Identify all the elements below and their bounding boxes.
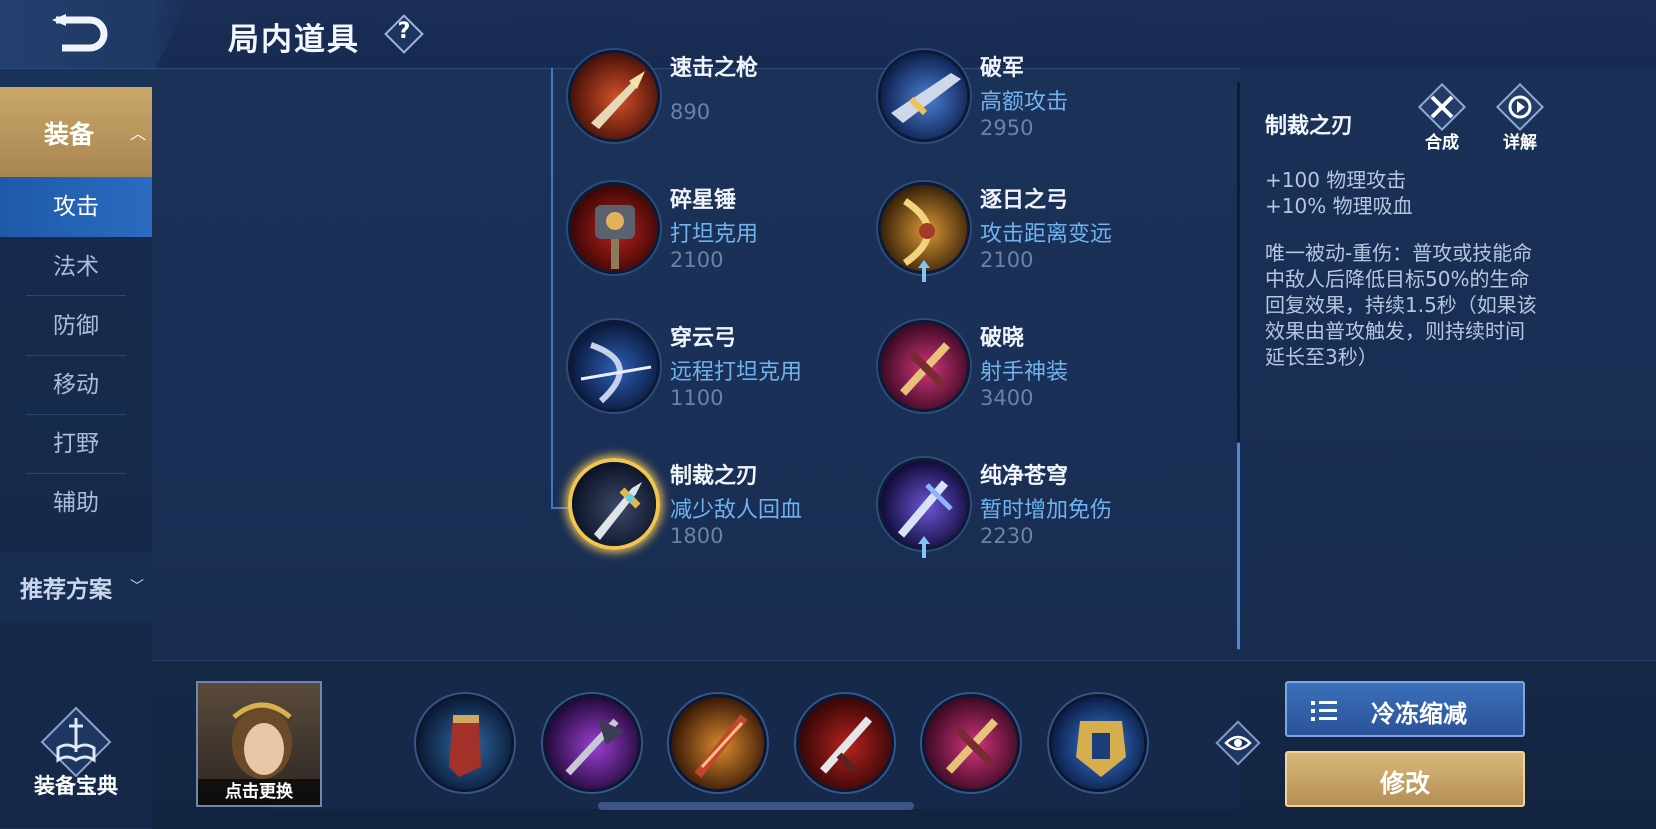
boots-icon[interactable] (416, 694, 514, 792)
item-card[interactable]: 碎星锤 打坦克用 2100 (568, 182, 868, 292)
hero-portrait[interactable]: 点击更换 (196, 681, 322, 807)
blood-blade-icon[interactable] (796, 694, 894, 792)
equipment-codex-button[interactable]: 装备宝典 (0, 700, 152, 828)
modify-label: 修改 (1379, 769, 1430, 798)
item-tag: 射手神装 (980, 360, 1069, 385)
item-price: 1800 (670, 524, 724, 548)
compose-button[interactable]: 合成 (1412, 82, 1472, 153)
cooldown-reduction-button[interactable]: 冷冻缩减 (1285, 681, 1525, 737)
page-title: 局内道具 (228, 22, 360, 58)
item-name: 破晓 (980, 326, 1025, 351)
recommend-plan-toggle[interactable]: 推荐方案 ﹀ (0, 552, 152, 622)
item-price: 2230 (980, 524, 1034, 548)
flame-blade-icon[interactable] (669, 694, 767, 792)
item-tag: 高额攻击 (980, 90, 1069, 115)
detail-stat: +100 物理攻击 (1265, 168, 1407, 192)
sidebar-item-support[interactable]: 辅助 (0, 473, 152, 533)
cloud-bow-icon (568, 320, 660, 412)
visibility-toggle[interactable] (1215, 720, 1261, 766)
slot-scroll-indicator[interactable] (598, 802, 914, 810)
help-button[interactable]: ? (384, 14, 424, 54)
compose-label: 合成 (1425, 133, 1459, 153)
back-arrow-icon (52, 14, 108, 52)
details-button[interactable]: 详解 (1490, 82, 1550, 153)
item-name: 碎星锤 (670, 188, 737, 213)
item-name: 破军 (980, 56, 1025, 81)
chevron-up-icon: ︿ (130, 124, 147, 143)
modify-button[interactable]: 修改 (1285, 751, 1525, 807)
item-tag: 打坦克用 (670, 222, 759, 247)
item-card[interactable]: 制裁之刃 减少敌人回血 1800 (568, 458, 868, 568)
item-price: 2950 (980, 116, 1034, 140)
greatsword-icon (878, 50, 970, 142)
upgrade-icon (918, 536, 930, 558)
tree-connector (551, 68, 553, 508)
item-card[interactable]: 速击之枪 890 (568, 50, 868, 160)
item-name: 逐日之弓 (980, 188, 1069, 213)
item-price: 890 (670, 100, 711, 124)
item-price: 2100 (670, 248, 724, 272)
item-price: 2100 (980, 248, 1034, 272)
item-tag: 远程打坦克用 (670, 360, 803, 385)
chevron-down-icon: ﹀ (130, 579, 144, 595)
item-card[interactable]: 逐日之弓 攻击距离变远 2100 (878, 182, 1178, 292)
category-equipment[interactable]: 装备 ︿ (0, 87, 152, 177)
back-button[interactable] (0, 0, 190, 68)
codex-label: 装备宝典 (34, 774, 118, 798)
dark-axe-icon[interactable] (543, 694, 641, 792)
item-tag: 减少敌人回血 (670, 498, 803, 523)
hammer-icon (568, 182, 660, 274)
item-name: 纯净苍穹 (980, 464, 1069, 489)
list-icon (1311, 701, 1337, 721)
play-circle-icon (1508, 95, 1532, 119)
sidebar-item-magic[interactable]: 法术 (0, 237, 152, 297)
golden-armor-icon[interactable] (1049, 694, 1147, 792)
spear-icon (568, 50, 660, 142)
details-label: 详解 (1503, 133, 1537, 153)
help-icon: ? (397, 19, 411, 44)
item-card[interactable]: 破晓 射手神装 3400 (878, 320, 1178, 430)
sidebar-item-movement[interactable]: 移动 (0, 355, 152, 415)
codex-book-icon (38, 704, 114, 780)
eye-icon (1224, 735, 1252, 751)
item-name: 穿云弓 (670, 326, 737, 351)
item-card[interactable]: 纯净苍穹 暂时增加免伤 2230 (878, 458, 1178, 568)
item-name: 制裁之刃 (670, 464, 759, 489)
cooldown-reduction-label: 冷冻缩减 (1371, 700, 1467, 728)
sidebar-item-defense[interactable]: 防御 (0, 296, 152, 356)
dawn-crossbow-icon[interactable] (922, 694, 1020, 792)
item-name: 速击之枪 (670, 56, 759, 81)
detail-item-name: 制裁之刃 (1265, 114, 1354, 139)
detail-description: 唯一被动-重伤：普攻或技能命中敌人后降低目标50%的生命回复效果，持续1.5秒（… (1265, 241, 1537, 369)
recommend-plan-label: 推荐方案 (20, 577, 112, 603)
crossed-swords-icon (1430, 95, 1454, 119)
category-equipment-label: 装备 (44, 120, 95, 149)
item-detail-panel: 制裁之刃 合成 详解 +100 物理攻击 +10% 物理吸血 唯一被动-重伤：普… (1240, 68, 1656, 650)
sidebar-item-attack[interactable]: 攻击 (0, 177, 152, 237)
judgement-blade-icon (568, 458, 660, 550)
item-card[interactable]: 穿云弓 远程打坦克用 1100 (568, 320, 868, 430)
item-tag: 暂时增加免伤 (980, 498, 1113, 523)
sidebar-item-jungle[interactable]: 打野 (0, 414, 152, 474)
item-tag: 攻击距离变远 (980, 222, 1113, 247)
detail-stat: +10% 物理吸血 (1265, 194, 1413, 218)
item-price: 3400 (980, 386, 1034, 410)
item-price: 1100 (670, 386, 724, 410)
dawn-crossbow-icon (878, 320, 970, 412)
upgrade-icon (918, 260, 930, 282)
hero-change-caption: 点击更换 (198, 779, 320, 805)
item-card[interactable]: 破军 高额攻击 2950 (878, 50, 1178, 160)
